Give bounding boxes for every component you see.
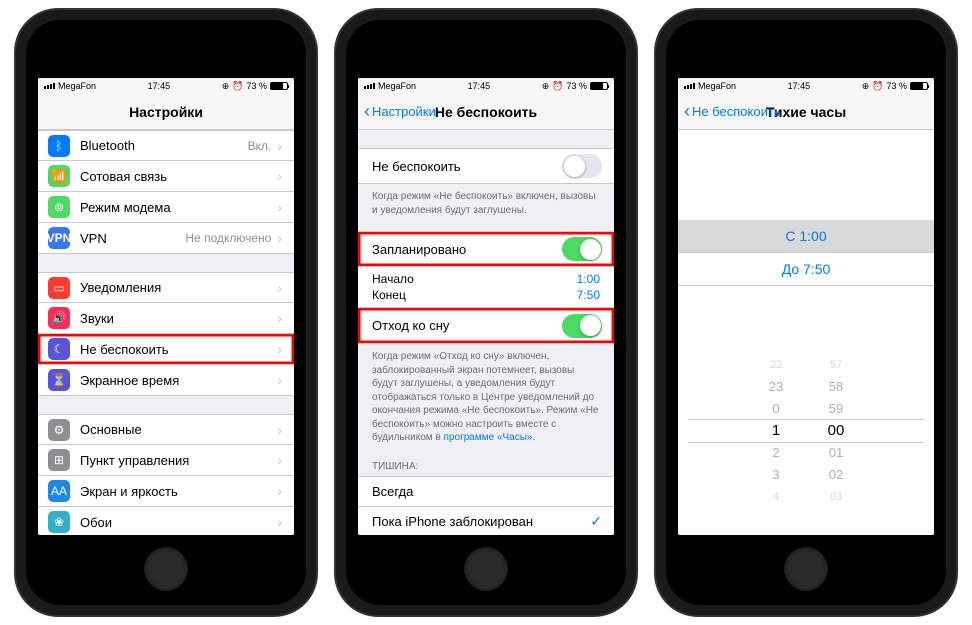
wallpaper-icon: ❀ xyxy=(48,511,70,533)
nav-bar: ‹Настройки Не беспокоить xyxy=(358,94,614,130)
toggle-bedtime[interactable] xyxy=(562,314,602,338)
status-bar: MegaFon 17:45 ⊕⏰73 % xyxy=(38,78,294,94)
picker-minutes[interactable]: 57 58 59 00 01 02 03 xyxy=(806,354,866,508)
row-screentime[interactable]: ⏳Экранное время› xyxy=(38,365,294,396)
row-always[interactable]: Всегда xyxy=(358,476,614,507)
row-vpn[interactable]: VPNVPNНе подключено› xyxy=(38,223,294,254)
row-control-center[interactable]: ⊞Пункт управления› xyxy=(38,445,294,476)
row-hotspot[interactable]: ⊚Режим модема› xyxy=(38,192,294,223)
hotspot-icon: ⊚ xyxy=(48,196,70,218)
phone-frame-3: MegaFon 17:45 ⊕⏰73 % ‹Не беспокоить Тихи… xyxy=(656,10,956,615)
row-cellular[interactable]: 📶Сотовая связь› xyxy=(38,161,294,192)
sounds-icon: 🔊 xyxy=(48,307,70,329)
row-sounds[interactable]: 🔊Звуки› xyxy=(38,303,294,334)
nav-bar: ‹Не беспокоить Тихие часы xyxy=(678,94,934,130)
cellular-icon: 📶 xyxy=(48,165,70,187)
row-bluetooth[interactable]: ᛒBluetoothВкл.› xyxy=(38,130,294,161)
display-icon: AA xyxy=(48,480,70,502)
time-picker[interactable]: 22 23 0 1 2 3 4 57 58 59 00 01 02 xyxy=(678,326,934,535)
status-time: 17:45 xyxy=(148,81,171,91)
row-display[interactable]: AAЭкран и яркость› xyxy=(38,476,294,507)
clock-app-link[interactable]: программе «Часы» xyxy=(444,432,533,443)
hourglass-icon: ⏳ xyxy=(48,369,70,391)
status-bar: MegaFon 17:45 ⊕⏰73 % xyxy=(678,78,934,94)
row-general[interactable]: ⚙Основные› xyxy=(38,414,294,445)
picker-hours[interactable]: 22 23 0 1 2 3 4 xyxy=(746,354,806,508)
gear-icon: ⚙ xyxy=(48,419,70,441)
home-button[interactable] xyxy=(784,547,828,591)
row-schedule-times[interactable]: Начало1:00 Конец7:50 xyxy=(358,267,614,308)
row-do-not-disturb[interactable]: ☾Не беспокоить› xyxy=(38,334,294,365)
row-bedtime[interactable]: Отход ко сну xyxy=(358,308,614,344)
moon-icon: ☾ xyxy=(48,338,70,360)
row-while-locked[interactable]: Пока iPhone заблокирован✓ xyxy=(358,507,614,536)
switches-icon: ⊞ xyxy=(48,449,70,471)
row-from-time[interactable]: С 1:00 xyxy=(678,220,934,253)
bluetooth-icon: ᛒ xyxy=(48,135,70,157)
phone-frame-2: MegaFon 17:45 ⊕⏰73 % ‹Настройки Не беспо… xyxy=(336,10,636,615)
status-bar: MegaFon 17:45 ⊕⏰73 % xyxy=(358,78,614,94)
toggle-dnd[interactable] xyxy=(562,154,602,178)
row-to-time[interactable]: До 7:50 xyxy=(678,253,934,286)
row-scheduled[interactable]: Запланировано xyxy=(358,231,614,267)
back-button[interactable]: ‹Настройки xyxy=(358,101,436,122)
row-notifications[interactable]: ▭Уведомления› xyxy=(38,272,294,303)
phone-frame-1: MegaFon 17:45 ⊕⏰73 % Настройки ᛒBluetoot… xyxy=(16,10,316,615)
vpn-icon: VPN xyxy=(48,227,70,249)
home-button[interactable] xyxy=(464,547,508,591)
checkmark-icon: ✓ xyxy=(590,513,602,530)
row-wallpaper[interactable]: ❀Обои› xyxy=(38,507,294,535)
chevron-left-icon: ‹ xyxy=(684,101,690,122)
footer-bedtime: Когда режим «Отход ко сну» включен, забл… xyxy=(358,344,614,451)
header-silence: ТИШИНА: xyxy=(358,451,614,476)
toggle-scheduled[interactable] xyxy=(562,237,602,261)
row-dnd-toggle[interactable]: Не беспокоить xyxy=(358,148,614,184)
nav-bar: Настройки xyxy=(38,94,294,130)
notifications-icon: ▭ xyxy=(48,277,70,299)
home-button[interactable] xyxy=(144,547,188,591)
page-title: Настройки xyxy=(38,104,294,120)
chevron-left-icon: ‹ xyxy=(364,101,370,122)
chevron-right-icon: › xyxy=(277,138,282,154)
back-button[interactable]: ‹Не беспокоить xyxy=(678,101,781,122)
footer-dnd: Когда режим «Не беспокоить» включен, выз… xyxy=(358,184,614,223)
